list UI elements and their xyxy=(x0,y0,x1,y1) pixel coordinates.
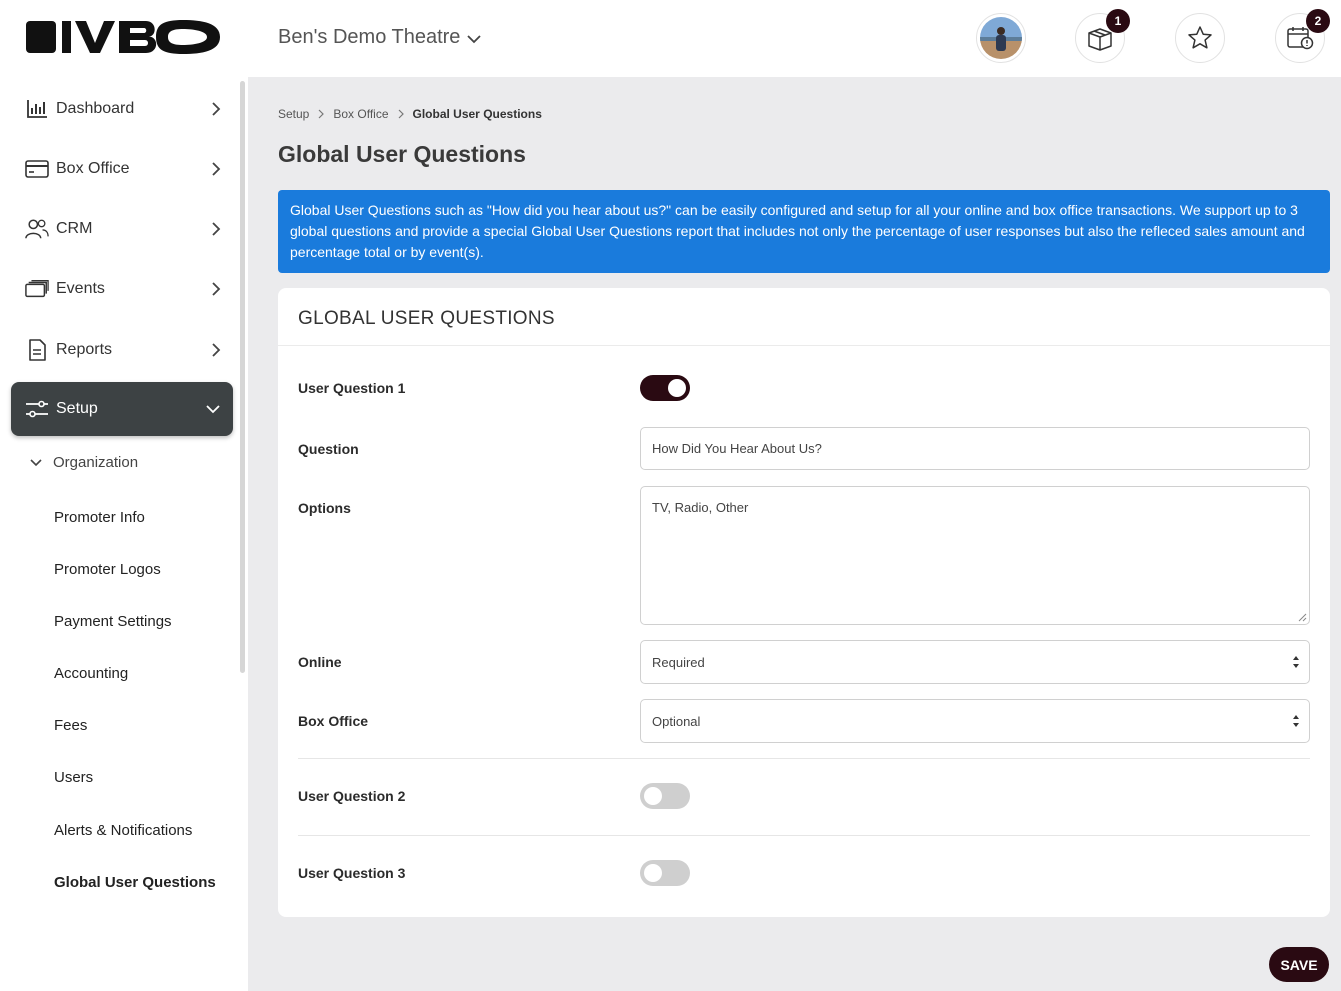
breadcrumb-current: Global User Questions xyxy=(412,107,542,121)
sidebar-item-label: CRM xyxy=(56,220,93,237)
cart-button[interactable]: 1 xyxy=(1075,9,1130,63)
sliders-icon xyxy=(25,397,49,421)
box-office-select[interactable]: Optional xyxy=(640,699,1310,743)
online-label: Online xyxy=(298,654,342,670)
question-input[interactable]: How Did You Hear About Us? xyxy=(640,427,1310,470)
online-select-value: Required xyxy=(652,654,705,670)
sidebar-item-setup[interactable]: Setup xyxy=(11,382,233,436)
sidebar-group-organization[interactable]: Organization xyxy=(30,454,138,471)
page-title: Global User Questions xyxy=(278,141,526,167)
select-arrows-icon xyxy=(1293,656,1299,668)
box-office-label: Box Office xyxy=(298,713,369,729)
bar-chart-icon xyxy=(25,97,49,121)
star-icon xyxy=(1188,26,1212,49)
theatre-selector[interactable]: Ben's Demo Theatre xyxy=(278,26,482,49)
chevron-right-icon xyxy=(212,343,221,357)
save-button[interactable]: SAVE xyxy=(1269,947,1329,982)
box-office-select-value: Optional xyxy=(652,713,701,729)
sidebar-scrollbar[interactable] xyxy=(240,81,245,673)
sidebar-subitem-payment-settings[interactable]: Payment Settings xyxy=(54,613,172,630)
sidebar-item-dashboard[interactable]: Dashboard xyxy=(11,82,233,136)
options-textarea-value: TV, Radio, Other xyxy=(652,500,749,515)
toggle-knob xyxy=(644,787,662,805)
sidebar-item-reports[interactable]: Reports xyxy=(11,323,233,377)
calendar-badge: 2 xyxy=(1306,9,1330,33)
ticket-icon xyxy=(25,277,49,301)
chevron-down-icon xyxy=(30,458,42,466)
sidebar-item-label: Events xyxy=(56,280,105,297)
sidebar-subitem-fees[interactable]: Fees xyxy=(54,717,87,734)
chevron-down-icon xyxy=(467,34,482,43)
breadcrumb-setup[interactable]: Setup xyxy=(278,107,309,121)
breadcrumb-box-office[interactable]: Box Office xyxy=(333,107,388,121)
user-question-1-toggle[interactable] xyxy=(640,375,690,401)
user-question-3-label: User Question 3 xyxy=(298,865,406,881)
sidebar-subitem-accounting[interactable]: Accounting xyxy=(54,665,128,682)
chevron-right-icon xyxy=(212,102,221,116)
online-select[interactable]: Required xyxy=(640,640,1310,684)
divider xyxy=(278,345,1330,346)
user-avatar-button[interactable] xyxy=(976,13,1026,63)
brand-logo[interactable] xyxy=(26,19,220,55)
toggle-knob xyxy=(644,864,662,882)
sidebar-item-events[interactable]: Events xyxy=(11,262,233,316)
sidebar-subitem-promoter-info[interactable]: Promoter Info xyxy=(54,509,145,526)
chevron-right-icon xyxy=(398,109,404,119)
user-question-2-label: User Question 2 xyxy=(298,788,406,804)
card-title: GLOBAL USER QUESTIONS xyxy=(298,308,555,329)
users-icon xyxy=(25,217,49,241)
favorites-button[interactable] xyxy=(1175,13,1225,63)
top-header: Ben's Demo Theatre 1 2 xyxy=(0,0,1341,77)
info-banner: Global User Questions such as "How did y… xyxy=(278,190,1330,273)
document-icon xyxy=(25,338,49,362)
options-label: Options xyxy=(298,500,351,516)
cart-badge: 1 xyxy=(1106,9,1130,33)
breadcrumb: Setup Box Office Global User Questions xyxy=(278,107,542,121)
sidebar: Dashboard Box Office CRM Events Reports xyxy=(0,77,248,991)
global-user-questions-card: GLOBAL USER QUESTIONS User Question 1 Qu… xyxy=(278,288,1330,917)
chevron-right-icon xyxy=(212,282,221,296)
card-icon xyxy=(25,157,49,181)
sidebar-subitem-users[interactable]: Users xyxy=(54,769,93,786)
question-label: Question xyxy=(298,441,359,457)
select-arrows-icon xyxy=(1293,715,1299,727)
resize-grip-icon[interactable] xyxy=(1298,613,1307,622)
divider xyxy=(298,835,1310,836)
chevron-right-icon xyxy=(212,222,221,236)
sidebar-item-crm[interactable]: CRM xyxy=(11,202,233,256)
chevron-right-icon xyxy=(212,162,221,176)
sidebar-item-box-office[interactable]: Box Office xyxy=(11,142,233,196)
theatre-name: Ben's Demo Theatre xyxy=(278,26,461,48)
options-textarea[interactable]: TV, Radio, Other xyxy=(640,486,1310,625)
vbo-logo-icon xyxy=(26,20,220,54)
sidebar-item-label: Setup xyxy=(56,400,98,417)
user-question-2-toggle[interactable] xyxy=(640,783,690,809)
sidebar-subitem-alerts-notifications[interactable]: Alerts & Notifications xyxy=(54,822,192,839)
sidebar-subitem-global-user-questions[interactable]: Global User Questions xyxy=(54,874,216,891)
sidebar-subitem-promoter-logos[interactable]: Promoter Logos xyxy=(54,561,161,578)
chevron-right-icon xyxy=(318,109,325,119)
avatar xyxy=(980,17,1022,59)
sidebar-item-label: Box Office xyxy=(56,160,130,177)
divider xyxy=(298,758,1310,759)
main-content: Setup Box Office Global User Questions G… xyxy=(248,77,1341,991)
sidebar-item-label: Dashboard xyxy=(56,100,135,117)
user-question-3-toggle[interactable] xyxy=(640,860,690,886)
question-input-value: How Did You Hear About Us? xyxy=(652,441,822,456)
sidebar-item-label: Reports xyxy=(56,341,113,358)
chevron-down-icon xyxy=(206,405,220,414)
toggle-knob xyxy=(668,379,686,397)
user-question-1-label: User Question 1 xyxy=(298,380,406,396)
calendar-alerts-button[interactable]: 2 xyxy=(1275,9,1330,63)
sidebar-group-label: Organization xyxy=(53,454,139,471)
